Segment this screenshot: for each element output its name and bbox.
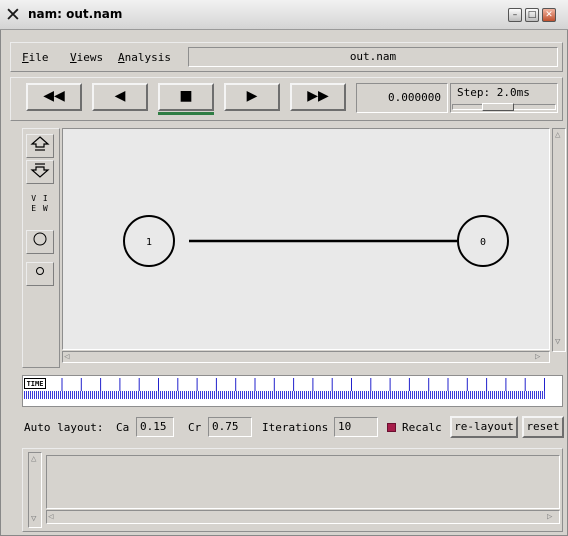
menu-analysis[interactable]: Analysis xyxy=(118,51,171,64)
scroll-down-icon[interactable]: ▽ xyxy=(555,337,560,347)
menu-analysis-label: nalysis xyxy=(124,51,171,64)
canvas-horizontal-scrollbar[interactable]: ◁ ▷ xyxy=(62,351,550,363)
ca-input[interactable]: 0.15 xyxy=(136,417,174,437)
relayout-button[interactable]: re-layout xyxy=(450,416,518,438)
menu-views-label: iews xyxy=(76,51,104,64)
zoom-in-arrow-icon[interactable] xyxy=(26,134,54,158)
network-canvas[interactable]: 1 0 xyxy=(62,128,550,350)
menu-file-label: ile xyxy=(28,51,49,64)
iterations-label: Iterations xyxy=(262,421,329,434)
menu-analysis-accel: A xyxy=(118,51,125,64)
scroll-right-icon[interactable]: ▷ xyxy=(535,352,540,362)
annotation-horizontal-scrollbar[interactable]: ◁ ▷ xyxy=(46,510,560,524)
view-toolbar-label: V I E W xyxy=(26,194,54,226)
zoom-out-arrow-icon[interactable] xyxy=(26,160,54,184)
scroll-left-icon[interactable]: ◁ xyxy=(64,352,69,362)
fast-forward-button[interactable]: ▶▶ xyxy=(290,83,346,111)
step-back-button[interactable]: ◀ xyxy=(92,83,148,111)
close-icon[interactable]: ✕ xyxy=(542,8,556,22)
cr-label: Cr xyxy=(188,421,202,434)
recalc-checkbox[interactable] xyxy=(387,423,396,432)
play-button[interactable]: ▶ xyxy=(224,83,280,111)
maximize-icon[interactable]: □ xyxy=(525,8,539,22)
minimize-icon[interactable]: – xyxy=(508,8,522,22)
ca-label: Ca xyxy=(116,421,130,434)
iterations-input[interactable]: 10 xyxy=(334,417,378,437)
annotation-vertical-scrollbar[interactable]: △ ▽ xyxy=(28,452,42,528)
view-label-line1: V I xyxy=(31,194,49,203)
stop-button[interactable]: ■ xyxy=(158,83,214,111)
node-0-label: 0 xyxy=(480,237,486,248)
x-logo-icon: ✕ xyxy=(5,4,21,26)
rewind-button[interactable]: ◀◀ xyxy=(26,83,82,111)
step-slider-thumb[interactable] xyxy=(482,103,514,111)
menu-file-accel: F xyxy=(22,51,29,64)
annotation-scroll-right-icon[interactable]: ▷ xyxy=(547,512,552,522)
stop-active-indicator xyxy=(158,112,214,115)
time-display: 0.000000 xyxy=(356,83,448,113)
annotation-scroll-down-icon[interactable]: ▽ xyxy=(31,514,36,524)
menu-file[interactable]: File xyxy=(22,51,49,64)
cr-input[interactable]: 0.75 xyxy=(208,417,252,437)
recalc-label: Recalc xyxy=(402,421,442,434)
annotation-scroll-up-icon[interactable]: △ xyxy=(31,454,36,464)
reset-button[interactable]: reset xyxy=(522,416,564,438)
network-graph: 1 0 xyxy=(123,215,509,267)
small-node-icon[interactable] xyxy=(26,262,54,286)
timeline-ticks xyxy=(24,378,546,399)
annotation-scroll-left-icon[interactable]: ◁ xyxy=(48,512,53,522)
view-label-line2: E W xyxy=(31,204,49,213)
window-title: nam: out.nam xyxy=(28,7,123,21)
large-node-icon[interactable] xyxy=(26,230,54,254)
menu-views[interactable]: Views xyxy=(70,51,103,64)
filename-display: out.nam xyxy=(188,47,558,67)
scroll-up-icon[interactable]: △ xyxy=(555,130,560,140)
auto-layout-label: Auto layout: xyxy=(24,421,104,434)
annotation-text-area[interactable] xyxy=(46,455,560,509)
menu-views-accel: V xyxy=(70,51,77,64)
canvas-vertical-scrollbar[interactable]: △ ▽ xyxy=(552,128,566,352)
timeline-label: TIME xyxy=(24,378,46,389)
node-1-label: 1 xyxy=(146,237,152,248)
step-label: Step: 2.0ms xyxy=(457,86,530,99)
